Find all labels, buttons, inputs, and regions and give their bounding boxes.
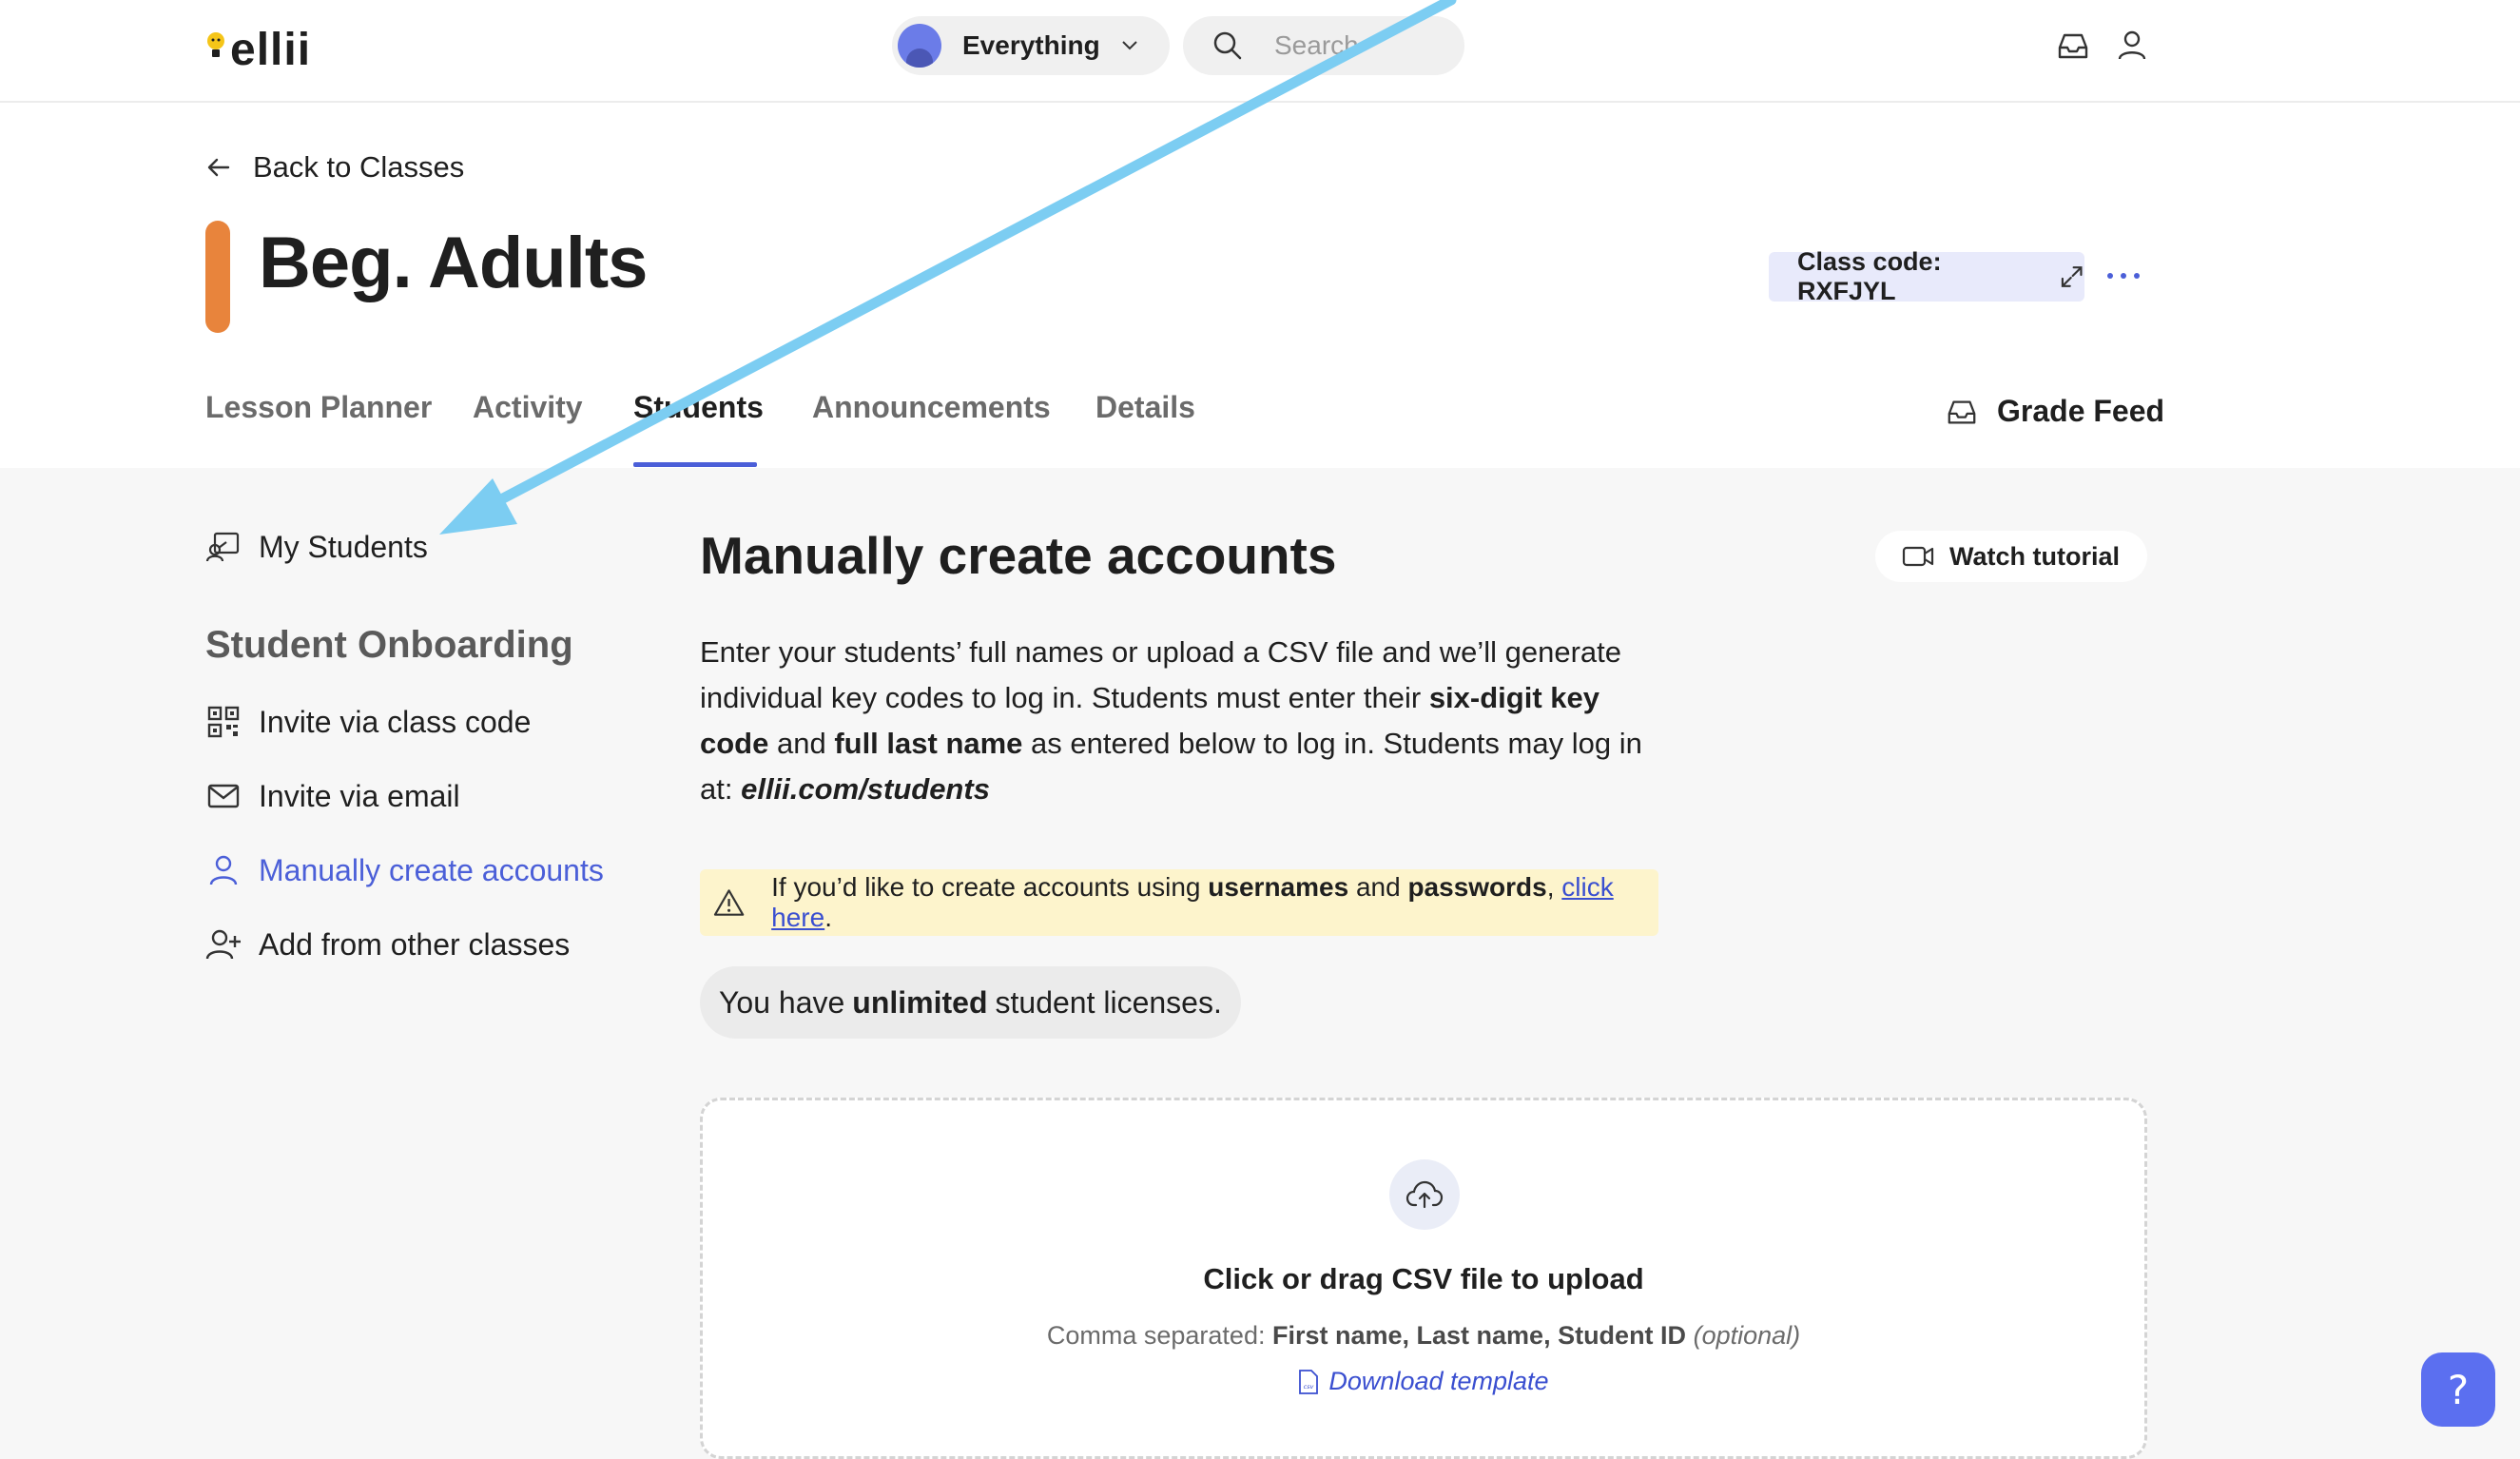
user-plus-icon: [205, 929, 241, 960]
sidebar-item-label: My Students: [259, 529, 428, 564]
svg-text:csv: csv: [1304, 1383, 1314, 1391]
tab-activity[interactable]: Activity: [473, 390, 583, 425]
chevron-down-icon: [1122, 41, 1137, 50]
inbox-icon: [1948, 399, 1976, 423]
download-template-link[interactable]: csv Download template: [703, 1367, 2144, 1396]
active-tab-indicator: [633, 462, 757, 467]
envelope-icon: [207, 784, 240, 808]
class-title: Beg. Adults: [259, 223, 648, 303]
lightbulb-icon: [207, 32, 224, 57]
user-profile-icon[interactable]: [2115, 29, 2149, 63]
instructions-paragraph: Enter your students’ full names or uploa…: [700, 635, 1642, 806]
tab-lesson-planner[interactable]: Lesson Planner: [205, 390, 432, 425]
qr-code-icon: [207, 706, 240, 738]
teacher-board-icon: [205, 532, 240, 562]
sidebar-item-label: Invite via email: [259, 778, 460, 813]
inbox-icon[interactable]: [2056, 29, 2090, 63]
tutorial-label: Watch tutorial: [1949, 541, 2120, 571]
tab-students[interactable]: Students: [633, 390, 764, 425]
grade-feed-label: Grade Feed: [1997, 394, 2165, 428]
help-button[interactable]: ?: [2421, 1352, 2495, 1427]
sidebar-item-my-students[interactable]: My Students: [205, 529, 428, 565]
warning-triangle-icon: [713, 889, 745, 916]
ellii-logo[interactable]: ellii: [205, 21, 311, 78]
upload-title: Click or drag CSV file to upload: [1203, 1262, 1644, 1295]
arrow-left-icon: [207, 158, 230, 177]
expand-icon: [2061, 266, 2083, 287]
tab-details[interactable]: Details: [1095, 390, 1195, 425]
tab-announcements[interactable]: Announcements: [812, 390, 1051, 425]
workspace-label: Everything: [962, 30, 1100, 60]
cloud-upload-icon: [1389, 1159, 1460, 1230]
video-camera-icon: [1902, 546, 1934, 567]
sidebar-item-add-from-classes[interactable]: Add from other classes: [205, 926, 570, 963]
class-code-label: Class code: RXFJYL: [1797, 247, 1942, 305]
search-icon: [1213, 31, 1242, 60]
sidebar-item-label: Add from other classes: [259, 926, 571, 962]
workspace-selector[interactable]: Everything: [892, 16, 1170, 75]
search-input[interactable]: [1274, 30, 1445, 61]
grade-feed-button[interactable]: Grade Feed: [1946, 394, 2164, 429]
back-label: Back to Classes: [253, 150, 465, 184]
csv-upload-dropzone[interactable]: Click or drag CSV file to upload Comma s…: [700, 1098, 2147, 1459]
logo-text: ellii: [230, 24, 312, 75]
page-title: Manually create accounts: [700, 526, 1337, 585]
user-icon: [209, 855, 238, 885]
sidebar-item-label: Invite via class code: [259, 704, 532, 739]
sidebar-item-manually-create[interactable]: Manually create accounts: [205, 852, 604, 888]
class-code-button[interactable]: Class code: RXFJYL: [1769, 247, 2084, 305]
class-color-bar: [205, 221, 230, 333]
sidebar-item-invite-class-code[interactable]: Invite via class code: [205, 704, 531, 740]
upload-format-hint: Comma separated: First name, Last name, …: [1046, 1321, 1801, 1350]
student-onboarding-heading: Student Onboarding: [205, 624, 573, 666]
sidebar-item-invite-email[interactable]: Invite via email: [205, 778, 460, 814]
more-options-icon[interactable]: [2107, 262, 2140, 290]
sidebar-item-label: Manually create accounts: [259, 852, 604, 887]
csv-file-icon: csv: [1299, 1369, 1319, 1394]
top-bar: ellii Everything: [0, 0, 2520, 103]
workspace-avatar: [898, 24, 941, 68]
warning-banner: If you’d like to create accounts using u…: [700, 869, 1658, 936]
watch-tutorial-button[interactable]: Watch tutorial: [1875, 531, 2147, 582]
search-box[interactable]: [1183, 16, 1464, 75]
students-login-url: ellii.com/students: [741, 772, 990, 806]
license-status: You have unlimited student licenses.: [700, 966, 1241, 1039]
back-to-classes-link[interactable]: Back to Classes: [205, 150, 464, 185]
